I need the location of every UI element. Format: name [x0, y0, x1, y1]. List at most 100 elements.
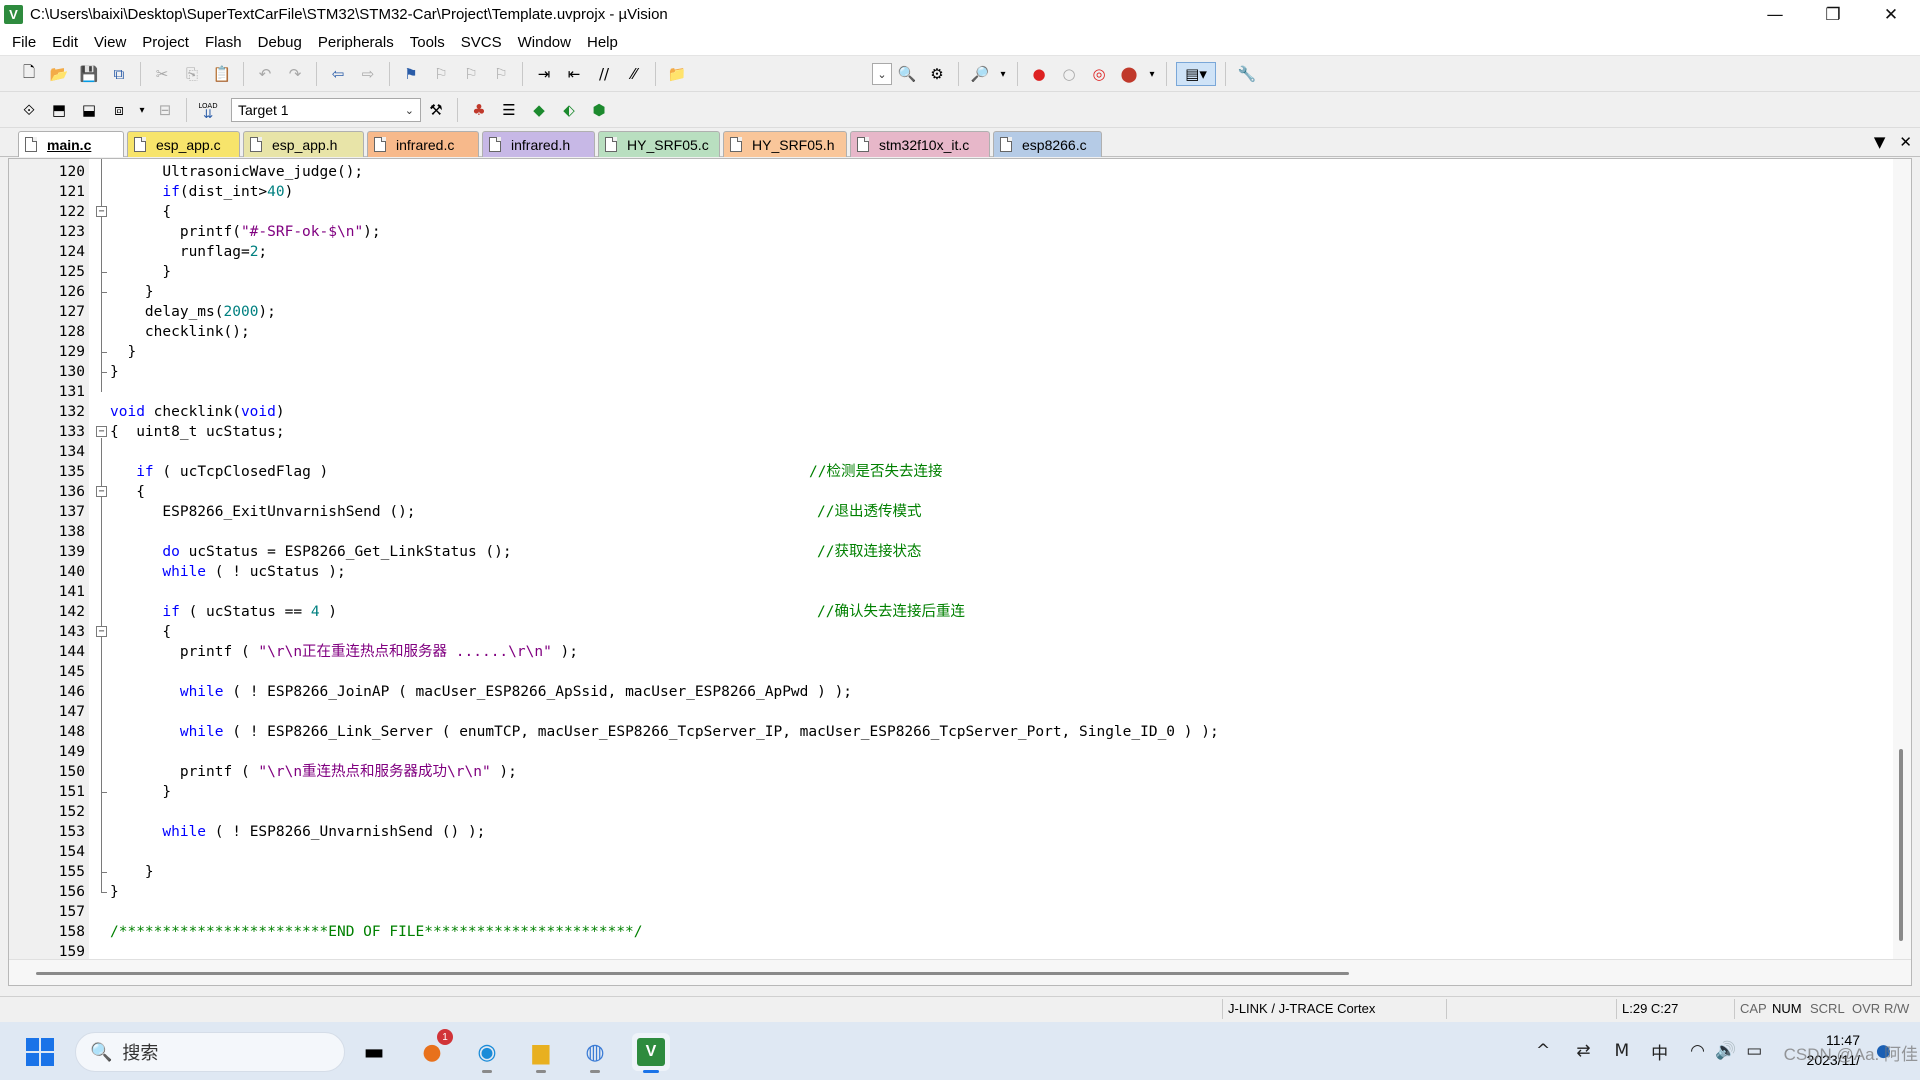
- next-bookmark-icon[interactable]: ⚐: [459, 62, 483, 86]
- menu-tools[interactable]: Tools: [402, 29, 453, 56]
- code-line[interactable]: 130}: [9, 362, 1889, 382]
- clear-bookmarks-icon[interactable]: ⚐: [489, 62, 513, 86]
- menu-help[interactable]: Help: [579, 29, 626, 56]
- code-line[interactable]: 124 runflag=2;: [9, 242, 1889, 262]
- code-line[interactable]: 147: [9, 702, 1889, 722]
- copy-icon[interactable]: ⎘: [180, 62, 204, 86]
- find-combo-dropdown-icon[interactable]: ⌄: [872, 63, 892, 85]
- code-line[interactable]: 144 printf ( "\r\n正在重连热点和服务器 ......\r\n"…: [9, 642, 1889, 662]
- stop-build-icon[interactable]: ⊟: [153, 98, 177, 122]
- find-in-files-icon[interactable]: 📁: [665, 62, 689, 86]
- wifi-icon[interactable]: ◠: [1690, 1041, 1705, 1061]
- batch-build-icon[interactable]: ⧈: [107, 98, 131, 122]
- configuration-wrench-icon[interactable]: 🔧: [1235, 62, 1259, 86]
- volume-icon[interactable]: 🔊: [1715, 1041, 1736, 1061]
- tab-esp-app-h[interactable]: esp_app.h: [243, 131, 364, 157]
- bookmark-icon[interactable]: ⚑: [399, 62, 423, 86]
- close-tab-icon[interactable]: ✕: [1899, 133, 1912, 151]
- menu-view[interactable]: View: [86, 29, 134, 56]
- paste-icon[interactable]: 📋: [210, 62, 234, 86]
- debug-dropdown-icon[interactable]: ▾: [998, 62, 1008, 86]
- code-line[interactable]: 135 if ( ucTcpClosedFlag ) //检测是否失去连接: [9, 462, 1889, 482]
- code-line[interactable]: 157: [9, 902, 1889, 922]
- tab-stm32f10x-it-c[interactable]: stm32f10x_it.c: [850, 131, 990, 157]
- menu-file[interactable]: File: [4, 29, 44, 56]
- browser-app-icon[interactable]: ● 1: [413, 1029, 453, 1071]
- code-line[interactable]: 122 {: [9, 202, 1889, 222]
- code-line[interactable]: 153 while ( ! ESP8266_UnvarnishSend () )…: [9, 822, 1889, 842]
- tab-main-c[interactable]: main.c: [18, 131, 124, 157]
- tab-esp-app-c[interactable]: esp_app.c: [127, 131, 240, 157]
- insert-breakpoint-icon[interactable]: ●: [1027, 62, 1051, 86]
- task-view-icon[interactable]: ▬: [355, 1033, 393, 1071]
- network-globe-icon[interactable]: ◍: [576, 1033, 614, 1073]
- code-line[interactable]: 129 }: [9, 342, 1889, 362]
- code-line[interactable]: 123 printf("#-SRF-ok-$\n");: [9, 222, 1889, 242]
- code-line[interactable]: 152: [9, 802, 1889, 822]
- code-editor[interactable]: − − − − 120 UltrasonicWave_judge(); 121 if(d…: [8, 158, 1912, 986]
- disable-all-breakpoints-icon[interactable]: ◎: [1087, 62, 1111, 86]
- breakpoint-dropdown-icon[interactable]: ▾: [1147, 62, 1157, 86]
- code-line[interactable]: 148 while ( ! ESP8266_Link_Server ( enum…: [9, 722, 1889, 742]
- open-file-icon[interactable]: 📂: [47, 62, 71, 86]
- debug-session-icon[interactable]: 🔎: [968, 62, 992, 86]
- code-line[interactable]: 142 if ( ucStatus == 4 ) //确认失去连接后重连: [9, 602, 1889, 622]
- sync-icon[interactable]: ⇄: [1576, 1041, 1590, 1061]
- comment-icon[interactable]: //: [592, 62, 616, 86]
- pack-installer-icon[interactable]: ⬖: [557, 98, 581, 122]
- code-line[interactable]: 146 while ( ! ESP8266_JoinAP ( macUser_E…: [9, 682, 1889, 702]
- chevron-up-icon[interactable]: ^: [1536, 1041, 1550, 1061]
- menu-peripherals[interactable]: Peripherals: [310, 29, 402, 56]
- prev-bookmark-icon[interactable]: ⚐: [429, 62, 453, 86]
- vertical-scroll-thumb[interactable]: [1899, 749, 1903, 941]
- find-icon[interactable]: 🔍: [895, 62, 919, 86]
- code-line[interactable]: 150 printf ( "\r\n重连热点和服务器成功\r\n" );: [9, 762, 1889, 782]
- redo-icon[interactable]: ↷: [283, 62, 307, 86]
- run-time-environment-icon[interactable]: ⬢: [587, 98, 611, 122]
- manage-project-items-icon[interactable]: ☰: [497, 98, 521, 122]
- build-icon[interactable]: ⬒: [47, 98, 71, 122]
- menu-debug[interactable]: Debug: [250, 29, 310, 56]
- incremental-find-icon[interactable]: ⚙: [925, 62, 949, 86]
- tab-esp8266-c[interactable]: esp8266.c: [993, 131, 1102, 157]
- menu-window[interactable]: Window: [510, 29, 579, 56]
- indent-icon[interactable]: ⇥: [532, 62, 556, 86]
- code-line[interactable]: 127 delay_ms(2000);: [9, 302, 1889, 322]
- code-line[interactable]: 143 {: [9, 622, 1889, 642]
- code-line[interactable]: 125 }: [9, 262, 1889, 282]
- app-tray-icon[interactable]: Ⅿ: [1615, 1041, 1630, 1061]
- code-line[interactable]: 138: [9, 522, 1889, 542]
- restore-button[interactable]: ❐: [1804, 0, 1862, 29]
- target-select[interactable]: Target 1 ⌄: [231, 98, 421, 122]
- kill-all-breakpoints-icon[interactable]: ⬤: [1117, 62, 1141, 86]
- navigate-back-icon[interactable]: ⇦: [326, 62, 350, 86]
- menu-project[interactable]: Project: [134, 29, 197, 56]
- code-line[interactable]: 121 if(dist_int>40): [9, 182, 1889, 202]
- close-button[interactable]: ✕: [1862, 0, 1920, 29]
- uncomment-icon[interactable]: ⁄⁄: [622, 62, 646, 86]
- battery-icon[interactable]: ▭: [1746, 1041, 1762, 1061]
- tab-infrared-h[interactable]: infrared.h: [482, 131, 595, 157]
- horizontal-scrollbar[interactable]: [9, 959, 1911, 985]
- code-line[interactable]: 156}: [9, 882, 1889, 902]
- code-line[interactable]: 136 {: [9, 482, 1889, 502]
- code-line[interactable]: 134: [9, 442, 1889, 462]
- minimize-button[interactable]: —: [1746, 0, 1804, 29]
- tab-list-dropdown-icon[interactable]: ▼: [1874, 133, 1886, 151]
- window-layout-icon[interactable]: ▤▾: [1176, 62, 1216, 86]
- code-line[interactable]: 151 }: [9, 782, 1889, 802]
- code-line[interactable]: 149: [9, 742, 1889, 762]
- cut-icon[interactable]: ✂: [150, 62, 174, 86]
- code-line[interactable]: 139 do ucStatus = ESP8266_Get_LinkStatus…: [9, 542, 1889, 562]
- ime-indicator[interactable]: 中: [1651, 1039, 1668, 1064]
- code-line[interactable]: 154: [9, 842, 1889, 862]
- menu-flash[interactable]: Flash: [197, 29, 250, 56]
- save-icon[interactable]: 💾: [77, 62, 101, 86]
- uvision-taskbar-icon[interactable]: V: [632, 1033, 670, 1073]
- code-line[interactable]: 155 }: [9, 862, 1889, 882]
- new-file-icon[interactable]: 🗋: [17, 62, 41, 86]
- code-line[interactable]: 145: [9, 662, 1889, 682]
- code-line[interactable]: 158 /************************END OF FILE*…: [9, 922, 1889, 942]
- edge-icon[interactable]: ◉: [468, 1033, 506, 1073]
- load-download-icon[interactable]: LOAD ⇊: [196, 98, 220, 122]
